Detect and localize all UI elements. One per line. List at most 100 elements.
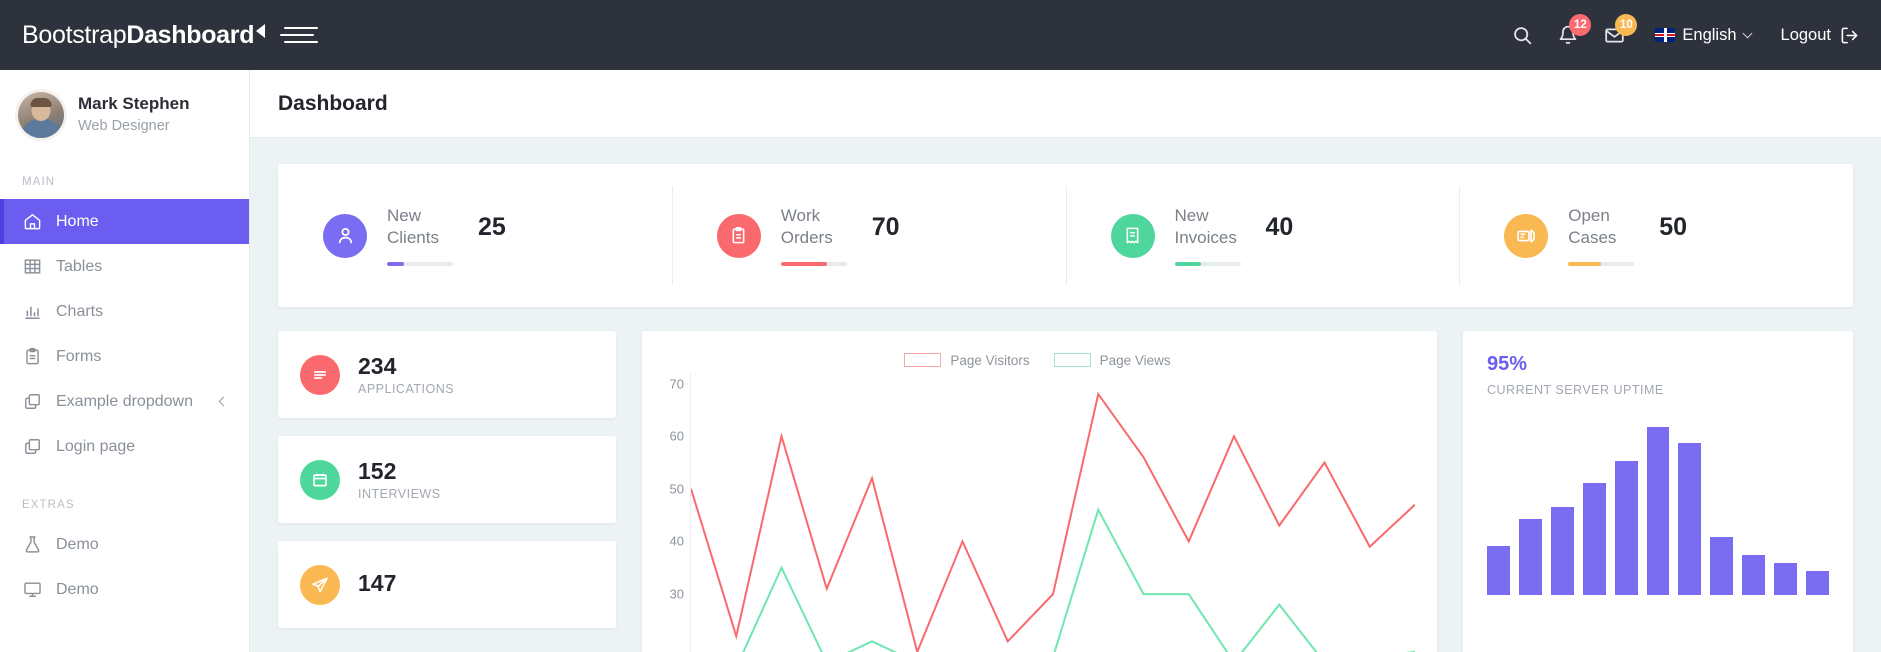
user-icon xyxy=(323,213,367,258)
mini-card-value: 147 xyxy=(358,569,397,596)
stat-value: 70 xyxy=(871,212,900,241)
uptime-bar-chart xyxy=(1487,415,1829,595)
brand-logo-bold: Dashboard xyxy=(126,20,255,49)
mini-card-third[interactable]: 147 xyxy=(278,541,616,628)
stat-label: Open Cases xyxy=(1568,205,1617,247)
messages-badge: 10 xyxy=(1615,14,1638,36)
sidebar-item-label: Demo xyxy=(56,535,99,553)
brand-logo-light: Bootstrap xyxy=(22,20,127,49)
calendar-icon xyxy=(300,459,340,500)
sidebar-item-charts[interactable]: Charts xyxy=(0,289,249,334)
bar xyxy=(1614,460,1638,595)
stat-label: New Invoices xyxy=(1174,205,1237,247)
profile-name: Mark Stephen xyxy=(78,93,190,113)
sidebar-item-demo-flask[interactable]: Demo xyxy=(0,522,249,567)
stat-progress-bar xyxy=(1568,262,1635,267)
stat-work-orders[interactable]: Work Orders 70 xyxy=(671,164,1066,307)
chevron-down-icon xyxy=(1742,28,1752,38)
profile-role: Web Designer xyxy=(78,117,170,134)
paper-plane-icon xyxy=(300,564,340,605)
top-navbar: BootstrapDashboard 12 10 English Logout xyxy=(0,0,1881,70)
sidebar-profile[interactable]: Mark Stephen Web Designer xyxy=(0,70,249,160)
bar xyxy=(1487,545,1510,595)
sidebar-item-label: Home xyxy=(56,212,99,230)
copy-window-icon xyxy=(22,392,42,411)
mini-cards-column: 234 APPLICATIONS 152 INTERVIEWS 147 xyxy=(278,331,616,652)
bar-chart-icon xyxy=(22,302,42,321)
messages-button[interactable]: 10 xyxy=(1591,12,1638,58)
bar xyxy=(1582,483,1606,595)
collapse-arrow-icon[interactable] xyxy=(256,24,265,38)
flask-icon xyxy=(22,535,42,554)
stat-value: 25 xyxy=(478,212,506,241)
legend-swatch xyxy=(904,353,942,367)
sidebar-item-login-page[interactable]: Login page xyxy=(0,424,249,469)
mini-card-interviews[interactable]: 152 INTERVIEWS xyxy=(278,436,616,523)
mini-card-label: INTERVIEWS xyxy=(358,487,441,502)
y-axis-tick: 70 xyxy=(669,376,684,392)
monitor-icon xyxy=(22,580,42,599)
stat-progress-bar xyxy=(1174,262,1241,267)
sidebar-item-label: Example dropdown xyxy=(56,392,193,410)
stat-new-invoices[interactable]: New Invoices 40 xyxy=(1065,164,1460,307)
stat-label: New Clients xyxy=(387,205,439,247)
sidebar-item-demo-monitor[interactable]: Demo xyxy=(0,567,249,612)
bar xyxy=(1678,442,1702,595)
chevron-left-icon xyxy=(218,396,229,407)
line-series xyxy=(691,510,1415,652)
hamburger-bar xyxy=(284,27,319,29)
legend-item-page-visitors[interactable]: Page Visitors xyxy=(904,352,1030,368)
stat-progress-bar xyxy=(387,262,453,267)
brand-logo[interactable]: BootstrapDashboard xyxy=(22,20,255,50)
table-grid-icon xyxy=(22,257,42,276)
line-chart-y-axis: 30 40 50 60 70 xyxy=(656,373,690,652)
bar xyxy=(1742,555,1766,595)
clipboard-icon xyxy=(716,213,761,258)
sidebar-item-forms[interactable]: Forms xyxy=(0,334,249,379)
bar xyxy=(1806,571,1829,595)
sign-out-icon xyxy=(1841,27,1858,43)
clipboard-form-icon xyxy=(22,347,42,366)
sidebar: Mark Stephen Web Designer MAIN Home Tabl… xyxy=(0,70,250,652)
y-axis-tick: 50 xyxy=(669,481,684,497)
dashboard-lower-row: 234 APPLICATIONS 152 INTERVIEWS 147 Page… xyxy=(278,331,1853,652)
copy-window-icon xyxy=(22,437,42,456)
legend-label: Page Visitors xyxy=(950,352,1030,368)
hamburger-bar xyxy=(284,41,319,43)
main-content: Dashboard New Clients 25 Work Orders 70 … xyxy=(250,70,1881,652)
language-selector[interactable]: English xyxy=(1655,26,1752,45)
legend-swatch xyxy=(1053,353,1091,367)
stat-label: Work Orders xyxy=(780,205,833,247)
stat-new-clients[interactable]: New Clients 25 xyxy=(278,164,672,307)
sidebar-item-home[interactable]: Home xyxy=(0,199,249,244)
bar xyxy=(1518,519,1542,595)
logout-label: Logout xyxy=(1780,25,1831,44)
legend-item-page-views[interactable]: Page Views xyxy=(1053,353,1171,368)
mini-card-applications[interactable]: 234 APPLICATIONS xyxy=(278,331,616,418)
notifications-badge: 12 xyxy=(1569,14,1592,36)
sidebar-item-example-dropdown[interactable]: Example dropdown xyxy=(0,379,249,424)
notifications-button[interactable]: 12 xyxy=(1545,12,1592,58)
search-button[interactable] xyxy=(1499,12,1545,58)
stats-summary-card: New Clients 25 Work Orders 70 New Invoic… xyxy=(278,164,1853,307)
bar xyxy=(1774,562,1798,595)
logout-button[interactable]: Logout xyxy=(1781,26,1859,45)
home-icon xyxy=(22,212,42,231)
y-axis-tick: 40 xyxy=(669,533,684,549)
invoice-icon xyxy=(1110,213,1155,258)
sidebar-item-label: Tables xyxy=(56,257,103,275)
avatar xyxy=(18,92,64,138)
uptime-label: CURRENT SERVER UPTIME xyxy=(1487,383,1664,397)
server-uptime-card: 95% CURRENT SERVER UPTIME xyxy=(1463,331,1853,652)
stat-open-cases[interactable]: Open Cases 50 xyxy=(1459,164,1853,307)
sidebar-heading-main: MAIN xyxy=(22,176,56,188)
sidebar-item-tables[interactable]: Tables xyxy=(0,244,249,289)
mini-card-value: 152 xyxy=(358,457,397,484)
list-lines-icon xyxy=(300,354,340,395)
page-header: Dashboard xyxy=(250,70,1881,138)
hamburger-collapse-icon[interactable] xyxy=(280,22,319,48)
uptime-percent: 95% xyxy=(1487,353,1528,375)
y-axis-tick: 30 xyxy=(669,586,684,602)
bar xyxy=(1550,507,1574,595)
sidebar-heading-extras: EXTRAS xyxy=(22,499,75,511)
